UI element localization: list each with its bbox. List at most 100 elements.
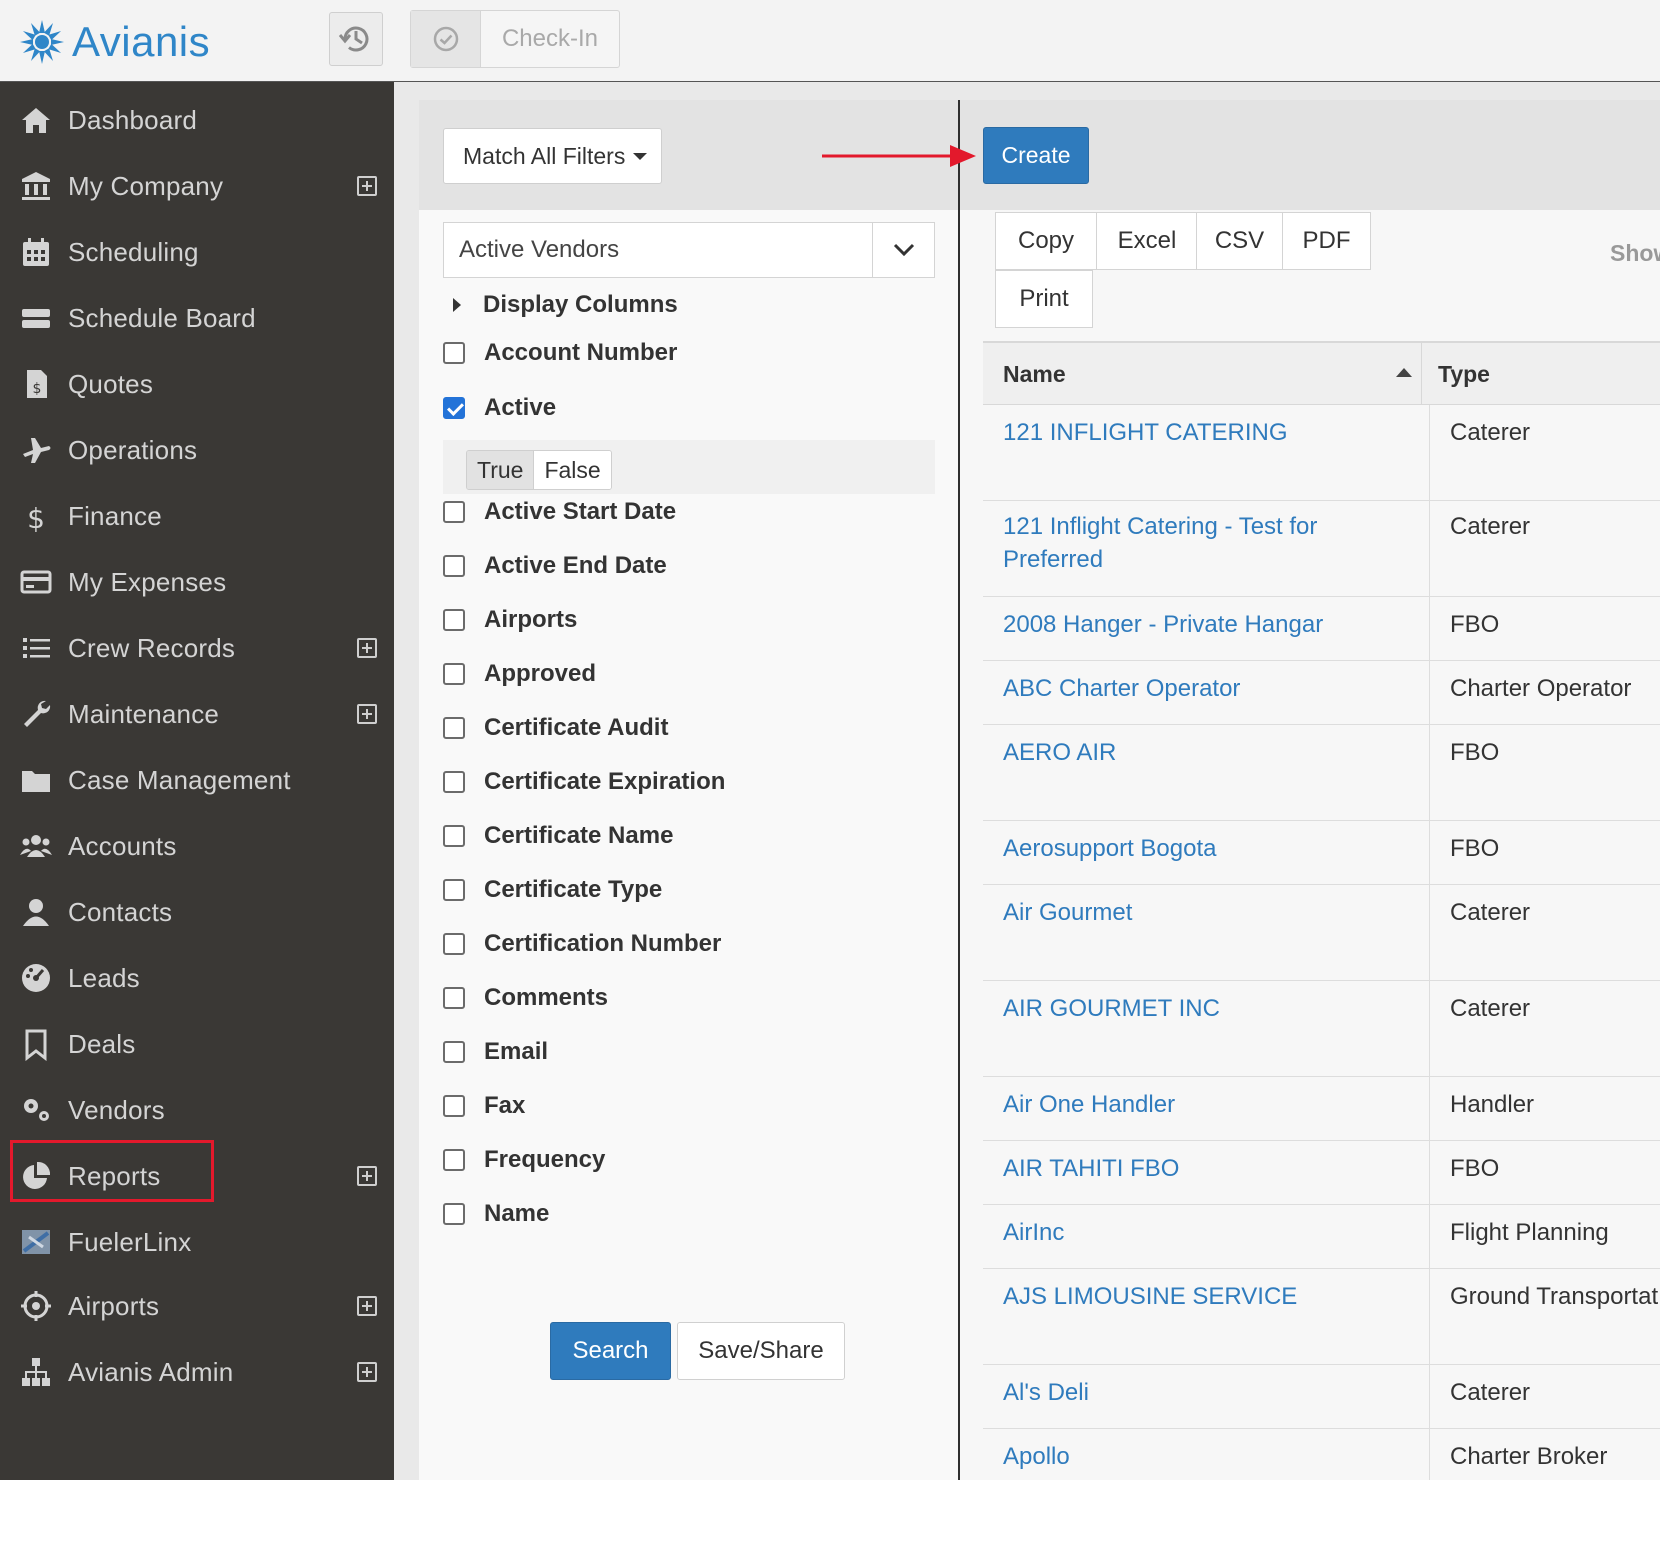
filter-checkbox[interactable] [443, 1149, 465, 1171]
filter-email[interactable]: Email [443, 1032, 548, 1072]
sidebar-item-label: Deals [68, 1028, 136, 1059]
filter-checkbox[interactable] [443, 771, 465, 793]
active-false-option[interactable]: False [534, 451, 611, 489]
filter-frequency[interactable]: Frequency [443, 1140, 605, 1180]
table-row: Aerosupport Bogota FBO [983, 821, 1660, 885]
vendor-name-link[interactable]: Air One Handler [1003, 1088, 1403, 1121]
filter-checkbox[interactable] [443, 342, 465, 364]
check-in-button[interactable]: Check-In [410, 10, 620, 68]
sidebar-item-scheduling[interactable]: Scheduling [0, 222, 394, 282]
expand-plus-icon[interactable] [357, 638, 377, 658]
filter-certificate-expiration[interactable]: Certificate Expiration [443, 762, 725, 802]
filter-name[interactable]: Name [443, 1194, 549, 1234]
sidebar-item-maintenance[interactable]: Maintenance [0, 684, 394, 744]
filter-checkbox[interactable] [443, 609, 465, 631]
vendor-type-cell: Charter Operator [1450, 675, 1632, 702]
vendor-name-link[interactable]: AJS LIMOUSINE SERVICE [1003, 1280, 1403, 1313]
expand-plus-icon[interactable] [357, 1166, 377, 1186]
active-true-false-toggle: True False [466, 450, 612, 490]
sidebar-item-vendors[interactable]: Vendors [0, 1080, 394, 1140]
filter-fax[interactable]: Fax [443, 1086, 525, 1126]
expand-plus-icon[interactable] [357, 704, 377, 724]
sidebar-item-fuelerlinx[interactable]: FuelerLinx [0, 1212, 394, 1272]
sidebar-item-deals[interactable]: Deals [0, 1014, 394, 1074]
vendor-name-link[interactable]: AIR GOURMET INC [1003, 992, 1403, 1025]
expand-plus-icon[interactable] [357, 1362, 377, 1382]
filter-checkbox[interactable] [443, 879, 465, 901]
cell-separator [1429, 405, 1430, 500]
vendor-name-link[interactable]: 2008 Hanger - Private Hangar [1003, 608, 1403, 641]
vendor-name-link[interactable]: 121 Inflight Catering - Test for Preferr… [1003, 510, 1403, 576]
filter-checkbox[interactable] [443, 1041, 465, 1063]
filter-active[interactable]: Active [443, 388, 556, 428]
vendor-name-link[interactable]: AIR TAHITI FBO [1003, 1152, 1403, 1185]
vendor-name-link[interactable]: Apollo [1003, 1440, 1403, 1473]
filter-checkbox[interactable] [443, 987, 465, 1009]
filter-certificate-type[interactable]: Certificate Type [443, 870, 662, 910]
sidebar-item-schedule-board[interactable]: Schedule Board [0, 288, 394, 348]
filter-checkbox[interactable] [443, 501, 465, 523]
filter-checkbox[interactable] [443, 1095, 465, 1117]
create-button[interactable]: Create [983, 127, 1089, 184]
sidebar-item-airports[interactable]: Airports [0, 1276, 394, 1336]
display-columns-toggle[interactable]: Display Columns [453, 288, 678, 322]
vendor-type-cell: Handler [1450, 1091, 1535, 1118]
column-header-type[interactable]: Type [1438, 343, 1490, 405]
sidebar-item-accounts[interactable]: Accounts [0, 816, 394, 876]
vendor-name-link[interactable]: Aerosupport Bogota [1003, 832, 1403, 865]
filter-approved[interactable]: Approved [443, 654, 596, 694]
vendor-name-link[interactable]: AERO AIR [1003, 736, 1403, 769]
vendor-name-link[interactable]: AirInc [1003, 1216, 1403, 1249]
view-select[interactable]: Active Vendors [443, 222, 935, 278]
filter-certification-number[interactable]: Certification Number [443, 924, 721, 964]
sidebar-item-my-expenses[interactable]: My Expenses [0, 552, 394, 612]
search-button[interactable]: Search [550, 1322, 671, 1380]
sidebar-item-leads[interactable]: Leads [0, 948, 394, 1008]
filter-checkbox[interactable] [443, 397, 465, 419]
logo[interactable]: Avianis [18, 14, 210, 70]
filter-checkbox[interactable] [443, 1203, 465, 1225]
expand-plus-icon[interactable] [357, 1296, 377, 1316]
sidebar-item-contacts[interactable]: Contacts [0, 882, 394, 942]
top-bar: Avianis Check-In [0, 0, 1660, 82]
filter-checkbox[interactable] [443, 555, 465, 577]
filter-active-end-date[interactable]: Active End Date [443, 546, 667, 586]
sidebar-item-my-company[interactable]: My Company [0, 156, 394, 216]
vendor-type-cell: Flight Planning [1450, 1219, 1609, 1246]
print-button[interactable]: Print [995, 270, 1093, 328]
expand-plus-icon[interactable] [357, 176, 377, 196]
sidebar-item-operations[interactable]: Operations [0, 420, 394, 480]
vendor-name-link[interactable]: ABC Charter Operator [1003, 672, 1403, 705]
history-button[interactable] [329, 12, 383, 66]
excel-button[interactable]: Excel [1096, 212, 1198, 270]
csv-button[interactable]: CSV [1196, 212, 1283, 270]
filter-checkbox[interactable] [443, 663, 465, 685]
sidebar-item-case-management[interactable]: Case Management [0, 750, 394, 810]
filter-comments[interactable]: Comments [443, 978, 608, 1018]
filter-certificate-name[interactable]: Certificate Name [443, 816, 673, 856]
active-true-option[interactable]: True [467, 451, 535, 489]
filter-airports[interactable]: Airports [443, 600, 577, 640]
match-filters-dropdown[interactable]: Match All Filters [443, 128, 662, 184]
vendor-name-link[interactable]: Air Gourmet [1003, 896, 1403, 929]
sidebar-item-avianis-admin[interactable]: Avianis Admin [0, 1342, 394, 1402]
copy-button[interactable]: Copy [995, 212, 1097, 270]
vendor-name-link[interactable]: 121 INFLIGHT CATERING [1003, 416, 1403, 449]
sidebar-item-crew-records[interactable]: Crew Records [0, 618, 394, 678]
sidebar-item-dashboard[interactable]: Dashboard [0, 90, 394, 150]
sort-ascending-icon[interactable] [1396, 368, 1412, 377]
column-header-name[interactable]: Name [1003, 343, 1066, 405]
save-share-button[interactable]: Save/Share [677, 1322, 845, 1380]
sidebar-item-label: Quotes [68, 368, 154, 399]
filter-account-number[interactable]: Account Number [443, 333, 677, 373]
filter-checkbox[interactable] [443, 717, 465, 739]
filter-checkbox[interactable] [443, 933, 465, 955]
sidebar-item-quotes[interactable]: $ Quotes [0, 354, 394, 414]
filter-active-start-date[interactable]: Active Start Date [443, 492, 676, 532]
vendor-name-link[interactable]: Al's Deli [1003, 1376, 1403, 1409]
pdf-button[interactable]: PDF [1282, 212, 1371, 270]
sidebar-item-label: Operations [68, 434, 198, 465]
filter-certificate-audit[interactable]: Certificate Audit [443, 708, 668, 748]
sidebar-item-finance[interactable]: $ Finance [0, 486, 394, 546]
filter-checkbox[interactable] [443, 825, 465, 847]
